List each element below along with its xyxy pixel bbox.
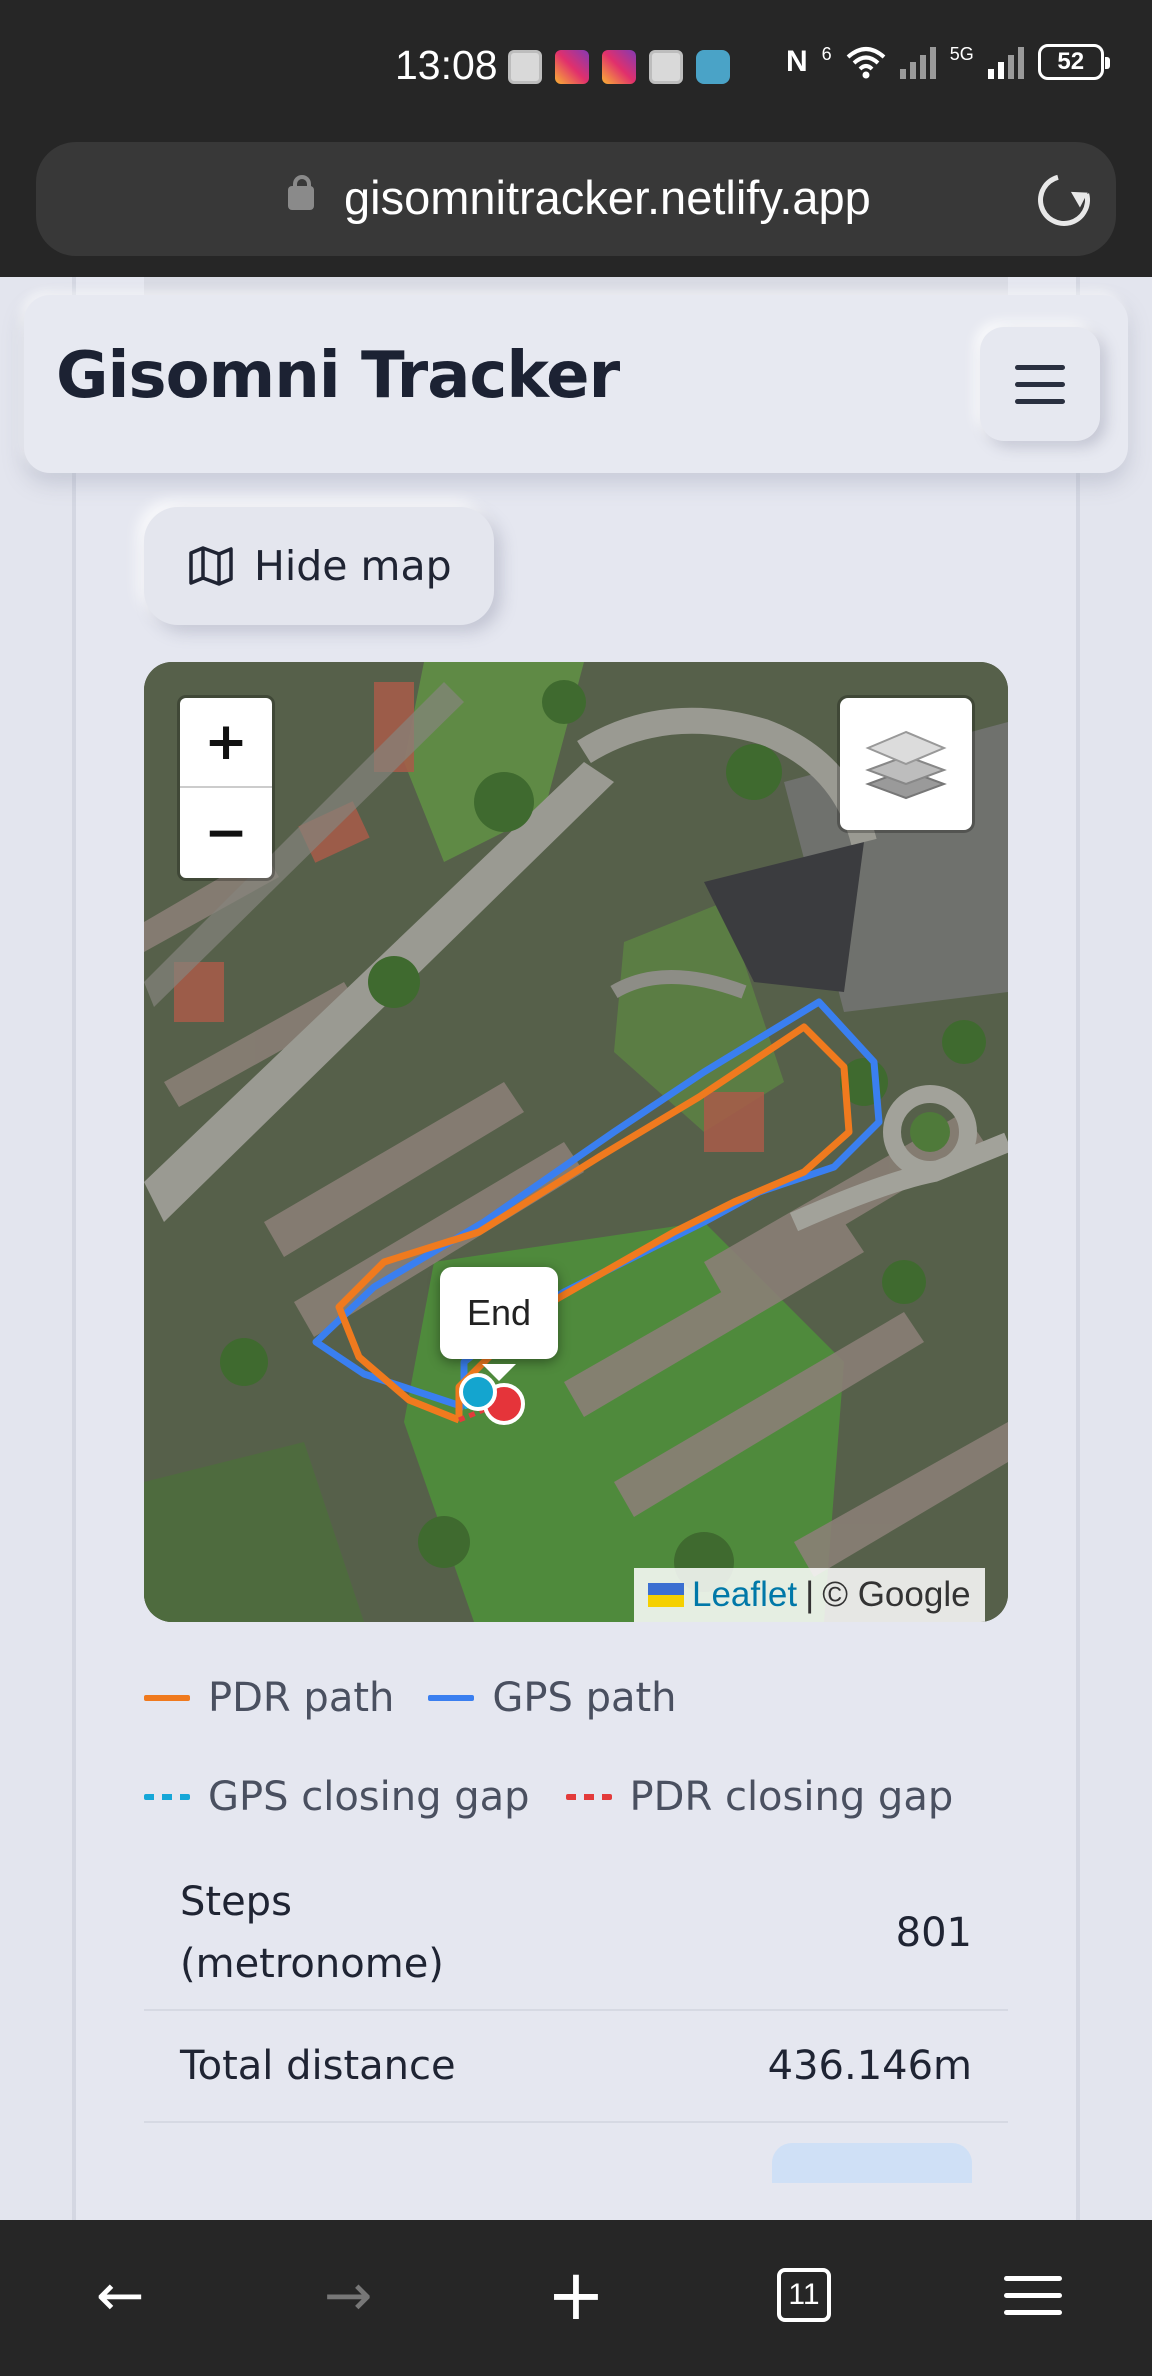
legend-row: GPS closing gap PDR closing gap	[144, 1774, 953, 1820]
hamburger-menu-button[interactable]	[980, 327, 1100, 441]
stat-row-partial	[144, 2123, 1008, 2183]
tabs-button[interactable]: 11	[764, 2260, 844, 2330]
legend-row: PDR path GPS path	[144, 1675, 677, 1721]
pdr-gap-swatch	[565, 1794, 612, 1800]
instagram-icon	[602, 50, 636, 84]
nfc-icon: N	[786, 45, 808, 78]
zoom-in-button[interactable]: +	[180, 698, 272, 788]
stat-label: Steps (metronome)	[180, 1879, 444, 1987]
arrow-right-icon: →	[323, 2261, 373, 2329]
ukraine-flag-icon	[648, 1583, 684, 1607]
signal-strength-icon	[987, 45, 1024, 79]
url-text[interactable]: gisomnitracker.netlify.app	[344, 170, 871, 225]
browser-bottom-bar: ← → + 11	[0, 2220, 1152, 2376]
content-top-edge	[144, 277, 1008, 295]
forward-button[interactable]: →	[308, 2260, 388, 2330]
legend-label: GPS closing gap	[208, 1774, 530, 1820]
stat-badge	[772, 2143, 972, 2183]
legend-label: PDR closing gap	[629, 1774, 954, 1820]
map-attribution: Leaflet | © Google	[634, 1568, 985, 1622]
chat-icon	[696, 50, 730, 84]
popup-label: End	[466, 1292, 532, 1333]
layers-icon	[865, 730, 947, 800]
back-button[interactable]: ←	[80, 2260, 160, 2330]
zoom-out-button[interactable]: −	[180, 788, 272, 878]
legend-item-pdr-closing-gap: PDR closing gap	[565, 1774, 954, 1820]
lock-icon	[288, 175, 314, 210]
page-rail	[1076, 277, 1080, 2220]
reload-icon[interactable]	[1028, 164, 1100, 236]
map-view[interactable]: + − End Leaflet | © Google	[144, 662, 1008, 1622]
wifi-standard-label: 6	[821, 44, 832, 64]
gps-gap-swatch	[144, 1794, 190, 1800]
arrow-left-icon: ←	[95, 2261, 145, 2329]
plus-icon: +	[546, 2254, 606, 2336]
layers-button[interactable]	[840, 698, 972, 830]
app-header: Gisomni Tracker	[24, 295, 1128, 473]
hide-map-button[interactable]: Hide map	[144, 507, 494, 625]
zoom-control: + −	[180, 698, 272, 878]
stats-table: Steps (metronome) 801 Total distance 436…	[144, 1857, 1008, 2183]
status-indicators: N 6 5G 52	[786, 44, 1110, 80]
stat-row-total-distance: Total distance 436.146m	[144, 2011, 1008, 2123]
tab-count: 11	[777, 2268, 831, 2322]
stat-value: 436.146m	[767, 2043, 972, 2089]
notification-icons	[508, 50, 730, 84]
battery-indicator: 52	[1037, 44, 1110, 80]
network-type-label: 5G	[949, 44, 974, 64]
map-icon	[189, 546, 233, 586]
status-time: 13:08	[395, 42, 498, 88]
web-page: Gisomni Tracker Hide map + − End Leaflet…	[0, 277, 1152, 2220]
map-popup[interactable]: End	[440, 1267, 558, 1381]
app-title: Gisomni Tracker	[56, 339, 620, 413]
mail-icon	[649, 50, 683, 84]
gps-path-swatch	[428, 1695, 475, 1701]
wifi-icon	[846, 47, 886, 79]
mail-icon	[508, 50, 542, 84]
stat-label: Total distance	[180, 2043, 456, 2089]
signal-strength-icon	[899, 45, 936, 79]
legend-item-pdr-path: PDR path	[144, 1675, 394, 1721]
browser-toolbar: gisomnitracker.netlify.app	[0, 136, 1152, 277]
pdr-path-swatch	[144, 1695, 190, 1701]
hide-map-label: Hide map	[254, 542, 452, 590]
legend-item-gps-path: GPS path	[428, 1675, 677, 1721]
instagram-icon	[555, 50, 589, 84]
stat-value: 801	[895, 1910, 972, 1956]
stat-row-steps: Steps (metronome) 801	[144, 1857, 1008, 2011]
browser-menu-button[interactable]	[992, 2260, 1072, 2330]
attribution-source: © Google	[822, 1575, 971, 1614]
leaflet-link[interactable]: Leaflet	[692, 1575, 797, 1615]
legend-label: PDR path	[208, 1675, 395, 1721]
status-bar: 13:08 N 6 5G 52	[0, 0, 1152, 136]
legend-label: GPS path	[492, 1675, 677, 1721]
attribution-separator: |	[805, 1575, 815, 1614]
address-bar[interactable]: gisomnitracker.netlify.app	[36, 142, 1116, 256]
new-tab-button[interactable]: +	[536, 2260, 616, 2330]
legend-item-gps-closing-gap: GPS closing gap	[144, 1774, 530, 1820]
